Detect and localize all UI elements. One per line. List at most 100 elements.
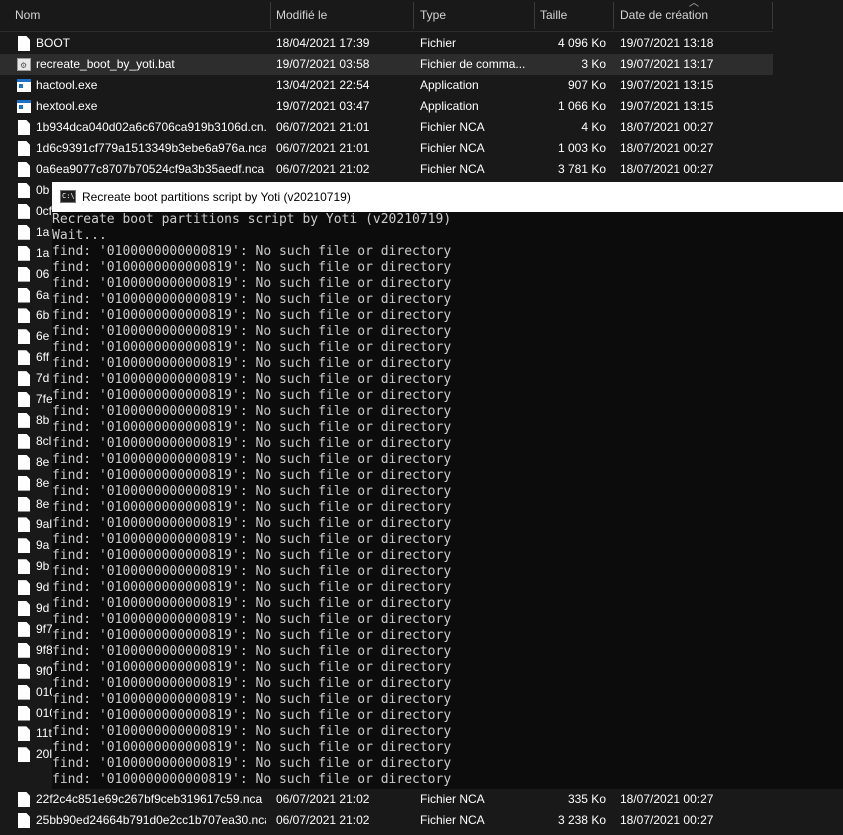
column-header-name[interactable]: Nom	[9, 0, 269, 31]
file-icon	[18, 36, 30, 51]
file-icon	[18, 663, 30, 679]
console-header-line: Recreate boot partitions script by Yoti …	[52, 212, 452, 227]
console-error-line: find: '0100000000000819': No such file o…	[52, 404, 452, 419]
file-icon	[18, 287, 30, 303]
file-name: BOOT	[36, 36, 71, 50]
cmd-icon: C:\	[60, 190, 76, 203]
exe-icon	[17, 100, 31, 113]
file-name: 0a6ea9077c8707b70524cf9a3b35aedf.nca	[36, 162, 265, 176]
file-icon	[18, 350, 30, 366]
file-icon	[18, 412, 30, 428]
file-row[interactable]: BOOT 18/04/2021 17:39 Fichier 4 096 Ko 19/07…	[0, 33, 773, 54]
file-created: 18/07/2021 00:27	[620, 120, 714, 134]
file-created: 19/07/2021 13:15	[620, 78, 714, 92]
console-error-line: find: '0100000000000819': No such file o…	[52, 340, 452, 355]
file-icon	[18, 517, 30, 533]
column-divider[interactable]	[772, 2, 773, 29]
file-created: 18/07/2021 00:27	[620, 162, 714, 176]
console-error-line: find: '0100000000000819': No such file o…	[52, 388, 452, 403]
file-size: 3 Ko	[581, 57, 606, 71]
file-row[interactable]: 22f2c4c851e69c267bf9ceb319617c59.nca 06/0…	[0, 789, 773, 810]
file-type: Fichier de comma...	[420, 57, 526, 71]
file-type: Fichier NCA	[420, 120, 485, 134]
file-type: Application	[420, 99, 479, 113]
file-row[interactable]: hextool.exe 19/07/2021 03:47 Application 1 …	[0, 96, 773, 117]
file-name: hactool.exe	[36, 78, 98, 92]
file-icon	[18, 792, 30, 807]
file-icon	[18, 392, 30, 407]
file-modified: 13/04/2021 22:54	[276, 78, 370, 92]
file-created: 18/07/2021 00:27	[620, 141, 714, 155]
file-modified: 19/07/2021 03:58	[276, 57, 370, 71]
console-error-line: find: '0100000000000819': No such file o…	[52, 484, 452, 499]
console-window[interactable]: C:\ Recreate boot partitions script by Y…	[52, 182, 843, 789]
console-error-line: find: '0100000000000819': No such file o…	[52, 436, 452, 451]
file-created: 18/07/2021 00:27	[620, 813, 714, 827]
file-name: 22f2c4c851e69c267bf9ceb319617c59.nca	[36, 792, 263, 806]
console-error-line: find: '0100000000000819': No such file o…	[52, 452, 452, 467]
console-error-line: find: '0100000000000819': No such file o…	[52, 420, 452, 435]
column-header-size[interactable]: Taille	[534, 0, 613, 31]
console-error-line: find: '0100000000000819': No such file o…	[52, 612, 452, 627]
file-icon	[18, 162, 30, 177]
console-error-line: find: '0100000000000819': No such file o…	[52, 468, 452, 483]
column-header-type[interactable]: Type	[414, 0, 534, 31]
column-header-modified[interactable]: Modifié le	[270, 0, 413, 31]
file-icon	[18, 454, 30, 470]
console-output[interactable]: Recreate boot partitions script by Yoti …	[52, 212, 843, 789]
file-modified: 06/07/2021 21:02	[276, 792, 370, 806]
console-error-line: find: '0100000000000819': No such file o…	[52, 516, 452, 531]
file-name: recreate_boot_by_yoti.bat	[36, 57, 175, 71]
file-size: 1 066 Ko	[557, 99, 606, 113]
console-error-line: find: '0100000000000819': No such file o…	[52, 756, 452, 771]
file-icon	[18, 496, 30, 512]
file-name: 1b934dca040d02a6c6706ca919b3106d.cn...	[36, 120, 266, 134]
console-error-line: find: '0100000000000819': No such file o…	[52, 276, 452, 291]
console-error-line: find: '0100000000000819': No such file o…	[52, 676, 452, 691]
file-row[interactable]: hactool.exe 13/04/2021 22:54 Application 90…	[0, 75, 773, 96]
file-row[interactable]: 0a6ea9077c8707b70524cf9a3b35aedf.nca 06/0…	[0, 159, 773, 180]
file-modified: 06/07/2021 21:01	[276, 120, 370, 134]
file-icon	[18, 580, 30, 596]
console-error-line: find: '0100000000000819': No such file o…	[52, 596, 452, 611]
console-error-line: find: '0100000000000819': No such file o…	[52, 740, 452, 755]
file-icon	[18, 538, 30, 554]
file-modified: 06/07/2021 21:02	[276, 813, 370, 827]
file-type: Fichier NCA	[420, 162, 485, 176]
file-icon	[18, 621, 30, 637]
console-error-line: find: '0100000000000819': No such file o…	[52, 580, 452, 595]
header-divider	[0, 31, 773, 32]
file-icon	[18, 120, 30, 135]
console-error-line: find: '0100000000000819': No such file o…	[52, 356, 452, 371]
file-row[interactable]: 1d6c9391cf779a1513349b3ebe6a976a.nca 06/0…	[0, 138, 773, 159]
file-modified: 06/07/2021 21:02	[276, 162, 370, 176]
file-icon	[18, 726, 30, 742]
file-icon	[18, 601, 30, 616]
console-error-line: find: '0100000000000819': No such file o…	[52, 244, 452, 259]
file-size: 3 781 Ko	[557, 162, 606, 176]
file-icon	[18, 642, 30, 658]
file-modified: 18/04/2021 17:39	[276, 36, 370, 50]
file-created: 18/07/2021 00:27	[620, 792, 714, 806]
file-icon	[18, 559, 30, 575]
file-icon	[18, 245, 30, 261]
console-error-line: find: '0100000000000819': No such file o…	[52, 500, 452, 515]
file-row[interactable]: 1b934dca040d02a6c6706ca919b3106d.cn... 06…	[0, 117, 773, 138]
console-error-line: find: '0100000000000819': No such file o…	[52, 772, 452, 787]
file-icon	[18, 183, 30, 198]
console-error-line: find: '0100000000000819': No such file o…	[52, 628, 452, 643]
file-type: Fichier NCA	[420, 141, 485, 155]
console-error-line: find: '0100000000000819': No such file o…	[52, 372, 452, 387]
console-error-line: find: '0100000000000819': No such file o…	[52, 724, 452, 739]
file-row[interactable]: 25bb90ed24664b791d0e2cc1b707ea30.nca 06/0…	[0, 810, 773, 831]
console-error-line: find: '0100000000000819': No such file o…	[52, 644, 452, 659]
file-size: 1 003 Ko	[557, 141, 606, 155]
file-created: 19/07/2021 13:17	[620, 57, 714, 71]
file-size: 4 Ko	[581, 120, 606, 134]
file-row[interactable]: ⚙ recreate_boot_by_yoti.bat 19/07/2021 03:…	[0, 54, 773, 75]
file-size: 907 Ko	[567, 78, 606, 92]
exe-icon	[17, 79, 31, 92]
console-text: Recreate boot partitions script by Yoti …	[52, 212, 843, 788]
console-titlebar[interactable]: C:\ Recreate boot partitions script by Y…	[52, 182, 843, 212]
console-error-line: find: '0100000000000819': No such file o…	[52, 292, 452, 307]
